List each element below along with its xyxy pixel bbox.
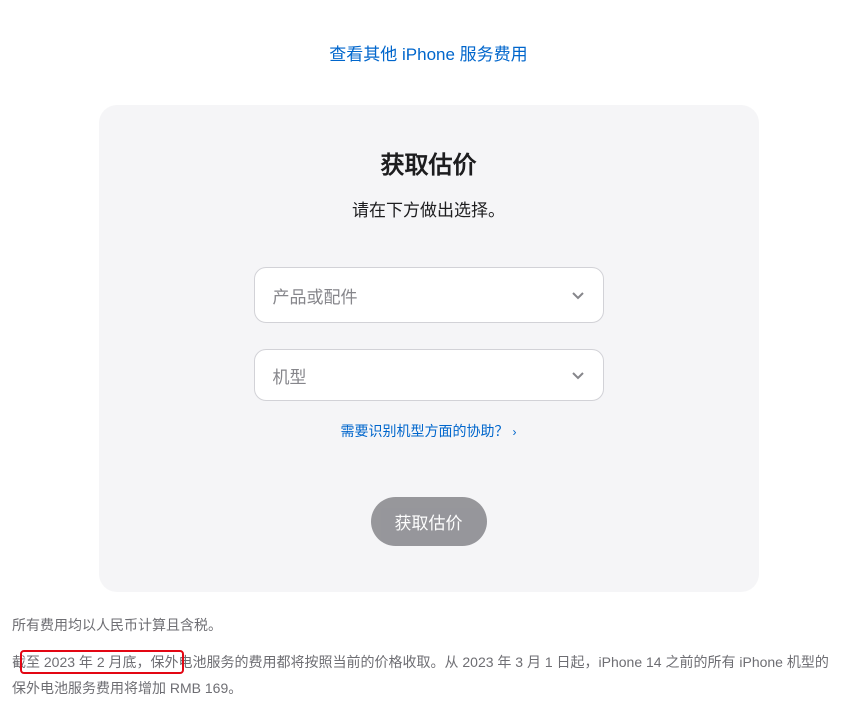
card-title: 获取估价 — [99, 145, 759, 180]
help-link-row: 需要识别机型方面的协助？ › — [99, 421, 759, 441]
get-estimate-button[interactable]: 获取估价 — [371, 497, 487, 546]
card-subtitle: 请在下方做出选择。 — [99, 196, 759, 221]
estimate-card: 获取估价 请在下方做出选择。 产品或配件 机型 需要识别机型方面的协助？ › 获取… — [99, 105, 759, 592]
model-select-placeholder: 机型 — [273, 363, 571, 388]
chevron-down-icon — [571, 368, 585, 382]
other-service-link[interactable]: 查看其他 iPhone 服务费用 — [329, 45, 527, 64]
footer-line-2: 截至 2023 年 2 月底，保外电池服务的费用都将按照当前的价格收取。从 20… — [12, 649, 842, 702]
footer-notes: 所有费用均以人民币计算且含税。 截至 2023 年 2 月底，保外电池服务的费用… — [12, 612, 842, 702]
product-select-placeholder: 产品或配件 — [273, 283, 571, 308]
other-service-link-row: 查看其他 iPhone 服务费用 — [0, 0, 857, 105]
chevron-right-icon: › — [513, 425, 517, 439]
product-select[interactable]: 产品或配件 — [254, 267, 604, 323]
submit-row: 获取估价 — [99, 497, 759, 546]
model-select[interactable]: 机型 — [254, 349, 604, 401]
identify-model-help-link[interactable]: 需要识别机型方面的协助？ › — [341, 423, 517, 439]
chevron-down-icon — [571, 288, 585, 302]
help-link-text: 需要识别机型方面的协助？ — [341, 423, 509, 439]
footer-line-1: 所有费用均以人民币计算且含税。 — [12, 612, 842, 639]
